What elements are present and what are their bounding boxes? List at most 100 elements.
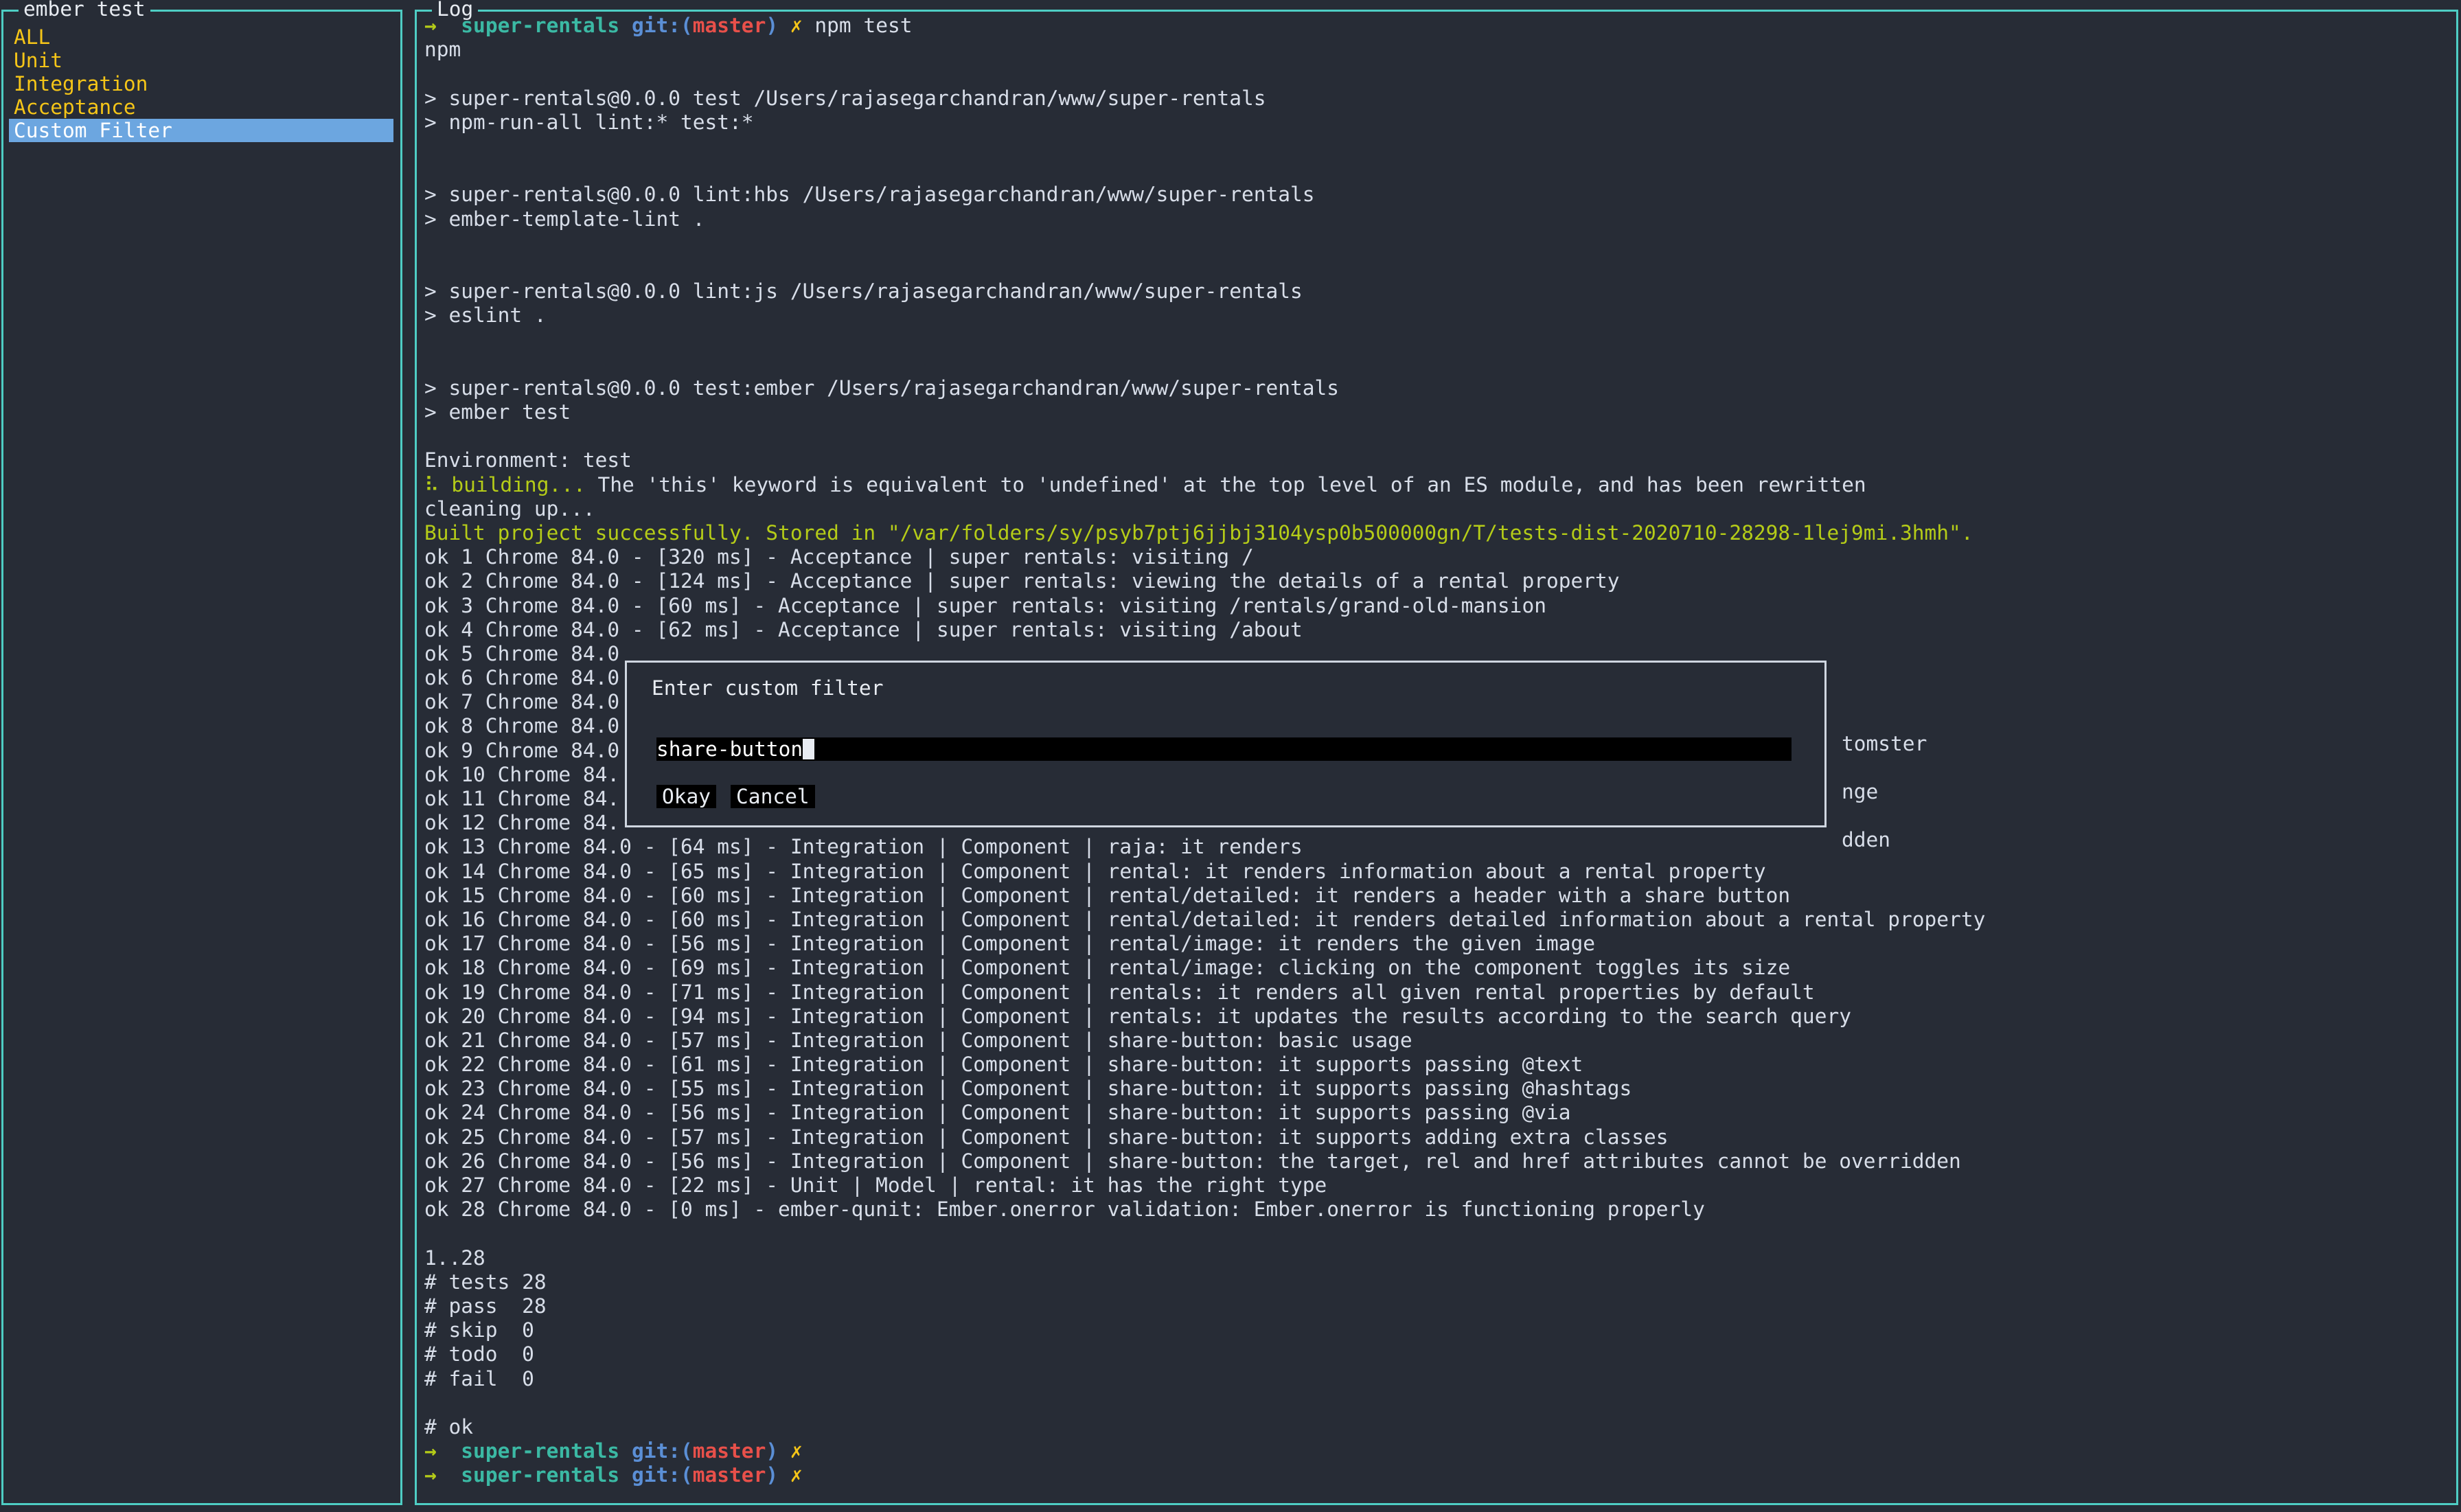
- test-result-text-4: ok 4 Chrome 84.0 - [62 ms] - Acceptance …: [424, 617, 1303, 641]
- prompt-paren-close: ): [766, 1439, 790, 1463]
- prompt-git-label: git:: [631, 1439, 680, 1463]
- test-result-27: ok 27 Chrome 84.0 - [22 ms] - Unit | Mod…: [417, 1173, 2456, 1198]
- prompt-command: npm test: [802, 14, 913, 37]
- log-line-text-2: > super-rentals@0.0.0 test /Users/rajase…: [424, 86, 1266, 110]
- test-result-22: ok 22 Chrome 84.0 - [61 ms] - Integratio…: [417, 1053, 2456, 1077]
- filter-item-all[interactable]: ALL: [9, 25, 398, 49]
- test-result-text-16: ok 16 Chrome 84.0 - [60 ms] - Integratio…: [424, 907, 1986, 931]
- shell-prompt-bottom-2: → super-rentals git:(master) ✗: [417, 1463, 2456, 1487]
- test-result-text-12: ok 12 Chrome 84.: [424, 811, 620, 835]
- test-result-text-15: ok 15 Chrome 84.0 - [60 ms] - Integratio…: [424, 883, 1791, 907]
- log-line-3: > npm-run-all lint:* test:*: [417, 111, 2456, 135]
- log-line-2: > super-rentals@0.0.0 test /Users/rajase…: [417, 87, 2456, 111]
- cleaning-message: cleaning up...: [424, 496, 595, 520]
- log-line-4: [417, 135, 2456, 159]
- summary-line-8: # ok: [417, 1415, 2456, 1439]
- prompt-git-label: git:: [631, 1463, 680, 1487]
- prompt-paren-open: (: [680, 1463, 693, 1487]
- test-result-text-22: ok 22 Chrome 84.0 - [61 ms] - Integratio…: [424, 1053, 1583, 1077]
- log-line-16: [417, 424, 2456, 448]
- log-line-text-0: npm: [424, 38, 461, 62]
- dialog-button-row: Okay Cancel: [656, 785, 815, 809]
- test-result-28: ok 28 Chrome 84.0 - [0 ms] - ember-qunit…: [417, 1198, 2456, 1222]
- test-result-text-13: ok 13 Chrome 84.0 - [64 ms] - Integratio…: [424, 835, 1303, 859]
- log-line-8: [417, 231, 2456, 255]
- summary-line-0: [417, 1222, 2456, 1246]
- test-result-text-9: ok 9 Chrome 84.0: [424, 738, 620, 762]
- log-line-7: > ember-template-lint .: [417, 207, 2456, 231]
- summary-text-2: # tests 28: [424, 1270, 547, 1294]
- log-line-0: npm: [417, 38, 2456, 62]
- log-line-11: > eslint .: [417, 303, 2456, 328]
- test-result-text-10: ok 10 Chrome 84.: [424, 762, 620, 786]
- test-result-20: ok 20 Chrome 84.0 - [94 ms] - Integratio…: [417, 1005, 2456, 1029]
- test-result-text-21: ok 21 Chrome 84.0 - [57 ms] - Integratio…: [424, 1028, 1412, 1052]
- text-cursor: [803, 739, 815, 759]
- test-result-text-20: ok 20 Chrome 84.0 - [94 ms] - Integratio…: [424, 1004, 1851, 1028]
- prompt-arrow-icon: →: [424, 1439, 461, 1463]
- test-result-text-26: ok 26 Chrome 84.0 - [56 ms] - Integratio…: [424, 1149, 1961, 1173]
- test-result-text-7: ok 7 Chrome 84.0: [424, 690, 620, 714]
- log-line-10: > super-rentals@0.0.0 lint:js /Users/raj…: [417, 279, 2456, 303]
- test-result-2: ok 2 Chrome 84.0 - [124 ms] - Acceptance…: [417, 569, 2456, 593]
- log-line-5: [417, 159, 2456, 183]
- custom-filter-input-value: share-button: [656, 737, 803, 761]
- filter-list: ALL Unit Integration Acceptance Custom Filte…: [9, 25, 398, 142]
- summary-text-3: # pass 28: [424, 1294, 547, 1318]
- summary-line-3: # pass 28: [417, 1294, 2456, 1318]
- test-result-16: ok 16 Chrome 84.0 - [60 ms] - Integratio…: [417, 908, 2456, 932]
- test-result-26: ok 26 Chrome 84.0 - [56 ms] - Integratio…: [417, 1149, 2456, 1173]
- summary-text-4: # skip 0: [424, 1318, 534, 1342]
- prompt-branch: master: [692, 1439, 766, 1463]
- summary-text-5: # todo 0: [424, 1342, 534, 1366]
- prompt-paren-close: ): [766, 14, 790, 37]
- prompt-dirty-icon: ✗: [790, 1439, 803, 1463]
- filter-item-integration[interactable]: Integration: [9, 72, 398, 95]
- prompt-branch: master: [692, 14, 766, 37]
- log-line-text-14: > super-rentals@0.0.0 test:ember /Users/…: [424, 376, 1340, 400]
- prompt-repo: super-rentals: [461, 1463, 632, 1487]
- prompt-arrow-icon: →: [424, 14, 461, 37]
- prompt-dirty-icon: ✗: [790, 1463, 803, 1487]
- test-result-13: ok 13 Chrome 84.0 - [64 ms] - Integratio…: [417, 835, 2456, 859]
- shell-prompt-top: → super-rentals git:(master) ✗ npm test: [417, 14, 2456, 38]
- occluded-test-tail-0: tomster: [1842, 732, 1927, 755]
- test-result-text-18: ok 18 Chrome 84.0 - [69 ms] - Integratio…: [424, 956, 1791, 980]
- log-line-text-17: Environment: test: [424, 448, 632, 472]
- log-line-text-7: > ember-template-lint .: [424, 207, 705, 231]
- log-line-12: [417, 328, 2456, 352]
- summary-line-6: # fail 0: [417, 1367, 2456, 1391]
- log-line-1: [417, 62, 2456, 86]
- test-result-text-23: ok 23 Chrome 84.0 - [55 ms] - Integratio…: [424, 1077, 1632, 1101]
- summary-line-4: # skip 0: [417, 1318, 2456, 1342]
- test-result-17: ok 17 Chrome 84.0 - [56 ms] - Integratio…: [417, 932, 2456, 956]
- okay-button[interactable]: Okay: [656, 785, 717, 808]
- built-message: Built project successfully. Stored in "/…: [424, 520, 1973, 545]
- custom-filter-input[interactable]: share-button: [656, 737, 1792, 761]
- filter-item-acceptance[interactable]: Acceptance: [9, 95, 398, 119]
- building-status: ⠧ building...: [424, 472, 586, 496]
- test-result-18: ok 18 Chrome 84.0 - [69 ms] - Integratio…: [417, 956, 2456, 980]
- filter-panel-title: ember test: [19, 0, 150, 21]
- prompt-repo: super-rentals: [461, 14, 632, 37]
- summary-text-8: # ok: [424, 1414, 474, 1439]
- filter-item-unit[interactable]: Unit: [9, 49, 398, 72]
- test-result-25: ok 25 Chrome 84.0 - [57 ms] - Integratio…: [417, 1125, 2456, 1149]
- summary-line-2: # tests 28: [417, 1270, 2456, 1294]
- test-result-21: ok 21 Chrome 84.0 - [57 ms] - Integratio…: [417, 1029, 2456, 1053]
- dialog-title: Enter custom filter: [652, 676, 884, 700]
- log-line-15: > ember test: [417, 400, 2456, 424]
- log-line-9: [417, 255, 2456, 279]
- test-result-text-6: ok 6 Chrome 84.0: [424, 666, 620, 690]
- terminal-window: ember test ALL Unit Integration Acceptance C…: [0, 0, 2461, 1512]
- log-line-text-10: > super-rentals@0.0.0 lint:js /Users/raj…: [424, 279, 1303, 303]
- prompt-paren-open: (: [680, 14, 693, 37]
- filter-item-custom-filter[interactable]: Custom Filter: [9, 119, 393, 142]
- log-line-cleaning: cleaning up...: [417, 497, 2456, 521]
- test-result-text-19: ok 19 Chrome 84.0 - [71 ms] - Integratio…: [424, 980, 1815, 1004]
- log-line-built: Built project successfully. Stored in "/…: [417, 521, 2456, 545]
- test-result-text-2: ok 2 Chrome 84.0 - [124 ms] - Acceptance…: [424, 569, 1620, 593]
- summary-text-6: # fail 0: [424, 1366, 534, 1390]
- cancel-button[interactable]: Cancel: [731, 785, 815, 808]
- test-result-text-11: ok 11 Chrome 84.: [424, 787, 620, 810]
